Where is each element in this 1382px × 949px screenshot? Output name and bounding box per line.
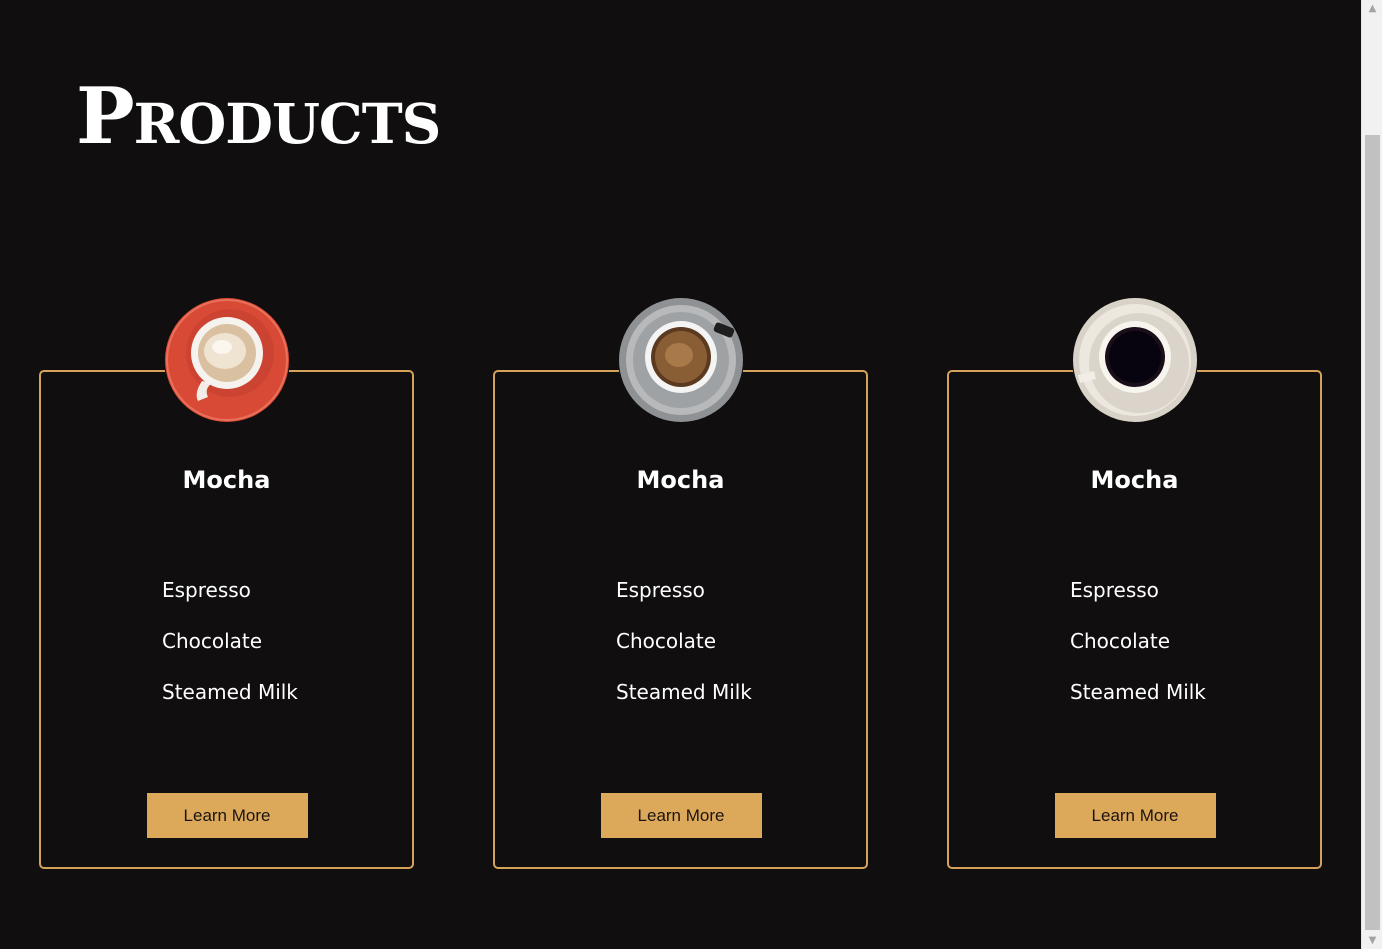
- learn-more-button[interactable]: Learn More: [1054, 793, 1216, 838]
- ingredient-item: Espresso: [1070, 578, 1159, 602]
- learn-more-button[interactable]: Learn More: [600, 793, 762, 838]
- ingredient-item: Steamed Milk: [162, 680, 298, 704]
- product-card: Mocha Espresso Chocolate Steamed Milk Le…: [39, 297, 414, 869]
- page-title: Products: [76, 71, 441, 162]
- coffee-cup-red-saucer-icon: [163, 297, 290, 423]
- ingredient-list: Espresso Chocolate Steamed Milk: [616, 578, 752, 731]
- product-name: Mocha: [1090, 466, 1179, 494]
- product-card: Mocha Espresso Chocolate Steamed Milk Le…: [493, 297, 868, 869]
- product-name: Mocha: [182, 466, 271, 494]
- scroll-up-arrow-icon[interactable]: ▲: [1362, 0, 1382, 17]
- ingredient-item: Espresso: [162, 578, 251, 602]
- ingredient-item: Steamed Milk: [1070, 680, 1206, 704]
- ingredient-item: Chocolate: [616, 629, 717, 653]
- ingredient-item: Chocolate: [1070, 629, 1171, 653]
- ingredient-list: Espresso Chocolate Steamed Milk: [162, 578, 298, 731]
- product-name: Mocha: [636, 466, 725, 494]
- ingredient-item: Steamed Milk: [616, 680, 752, 704]
- product-card: Mocha Espresso Chocolate Steamed Milk Le…: [947, 297, 1322, 869]
- products-page: Products Mocha Espresso Chocolate Steame…: [0, 0, 1382, 949]
- learn-more-button[interactable]: Learn More: [146, 793, 308, 838]
- coffee-cup-white-saucer-icon: [1071, 297, 1198, 423]
- vertical-scrollbar[interactable]: ▲ ▼: [1361, 0, 1382, 949]
- scroll-down-arrow-icon[interactable]: ▼: [1362, 932, 1382, 949]
- ingredient-item: Espresso: [616, 578, 705, 602]
- scrollbar-thumb[interactable]: [1365, 135, 1380, 930]
- coffee-cup-grey-saucer-icon: [617, 297, 744, 423]
- ingredient-item: Chocolate: [162, 629, 263, 653]
- ingredient-list: Espresso Chocolate Steamed Milk: [1070, 578, 1206, 731]
